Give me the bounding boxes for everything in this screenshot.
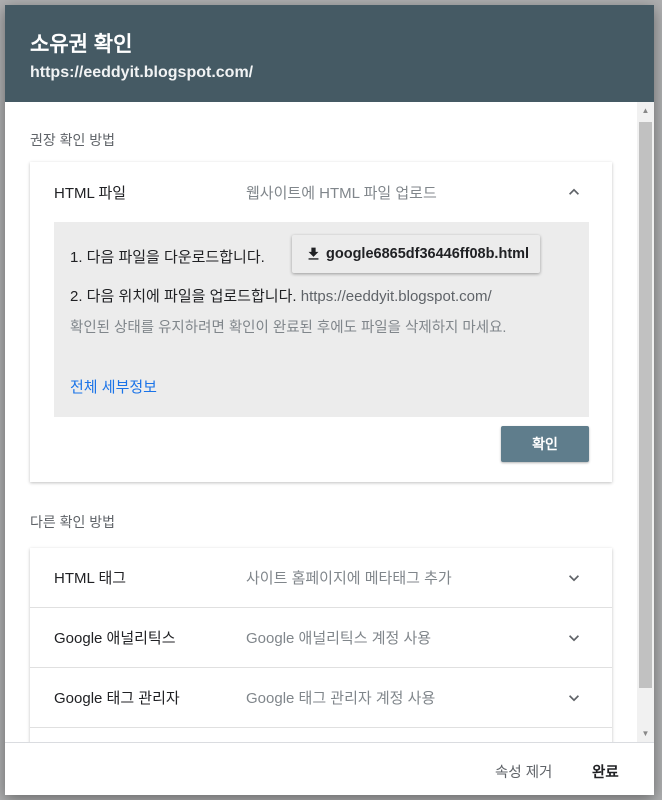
dialog-header: 소유권 확인 https://eeddyit.blogspot.com/ [5, 5, 654, 102]
keep-file-note: 확인된 상태를 유지하려면 확인이 완료된 후에도 파일을 삭제하지 마세요. [70, 320, 507, 336]
scroll-down-arrow-icon[interactable]: ▼ [637, 725, 654, 742]
other-section-label: 다른 확인 방법 [30, 514, 116, 530]
step1-text: 1. 다음 파일을 다운로드합니다. [70, 249, 265, 266]
chevron-down-icon[interactable] [564, 568, 584, 588]
google-analytics-method[interactable]: Google 애널리틱스 Google 애널리틱스 계정 사용 [30, 608, 612, 668]
chevron-down-icon[interactable] [564, 688, 584, 708]
download-file-name: google6865df36446ff08b.html [326, 246, 530, 262]
scrollbar-thumb[interactable] [639, 122, 652, 688]
ownership-verification-dialog: 소유권 확인 https://eeddyit.blogspot.com/ 권장 … [5, 5, 654, 795]
download-file-button[interactable]: google6865df36446ff08b.html [292, 235, 540, 273]
method-name: Google 태그 관리자 [54, 690, 180, 707]
chevron-down-icon[interactable] [564, 628, 584, 648]
method-description: 사이트 홈페이지에 메타태그 추가 [246, 570, 452, 587]
method-description: 웹사이트에 HTML 파일 업로드 [246, 184, 437, 202]
chevron-up-icon[interactable] [564, 182, 584, 202]
html-tag-method[interactable]: HTML 태그 사이트 홈페이지에 메타태그 추가 [30, 548, 612, 608]
html-file-method-card: HTML 파일 웹사이트에 HTML 파일 업로드 1. 다음 파일을 다운로드… [30, 162, 612, 482]
dialog-subtitle: https://eeddyit.blogspot.com/ [30, 64, 254, 81]
dialog-footer: 속성 제거 완료 [5, 742, 654, 795]
scroll-up-arrow-icon[interactable]: ▲ [637, 102, 654, 119]
html-file-method-header[interactable]: HTML 파일 웹사이트에 HTML 파일 업로드 [30, 162, 612, 222]
recommended-section-label: 권장 확인 방법 [30, 132, 116, 148]
step2-label: 2. 다음 위치에 파일을 업로드합니다. [70, 288, 297, 305]
method-description: Google 애널리틱스 계정 사용 [246, 630, 432, 647]
more-method-row[interactable] [30, 728, 612, 742]
method-name: HTML 태그 [54, 570, 127, 587]
verify-button[interactable]: 확인 [501, 426, 589, 462]
step2-text: 2. 다음 위치에 파일을 업로드합니다. https://eeddyit.bl… [70, 285, 492, 306]
dialog-scrollbar[interactable]: ▲ ▼ [637, 102, 654, 742]
google-tag-manager-method[interactable]: Google 태그 관리자 Google 태그 관리자 계정 사용 [30, 668, 612, 728]
other-methods-list: HTML 태그 사이트 홈페이지에 메타태그 추가 Google 애널리틱스 G… [30, 548, 612, 742]
dialog-body: 권장 확인 방법 HTML 파일 웹사이트에 HTML 파일 업로드 1. 다음… [5, 102, 637, 742]
dialog-title: 소유권 확인 [30, 33, 133, 56]
download-icon [308, 247, 319, 260]
method-description: Google 태그 관리자 계정 사용 [246, 690, 436, 707]
remove-property-button[interactable]: 속성 제거 [495, 761, 552, 782]
done-button[interactable]: 완료 [592, 761, 619, 782]
method-name: Google 애널리틱스 [54, 630, 176, 647]
step2-site: https://eeddyit.blogspot.com/ [300, 288, 492, 305]
full-details-link[interactable]: 전체 세부정보 [70, 376, 157, 397]
method-name: HTML 파일 [54, 184, 127, 202]
method-instructions-panel: 1. 다음 파일을 다운로드합니다. google6865df36446ff08… [54, 222, 589, 417]
